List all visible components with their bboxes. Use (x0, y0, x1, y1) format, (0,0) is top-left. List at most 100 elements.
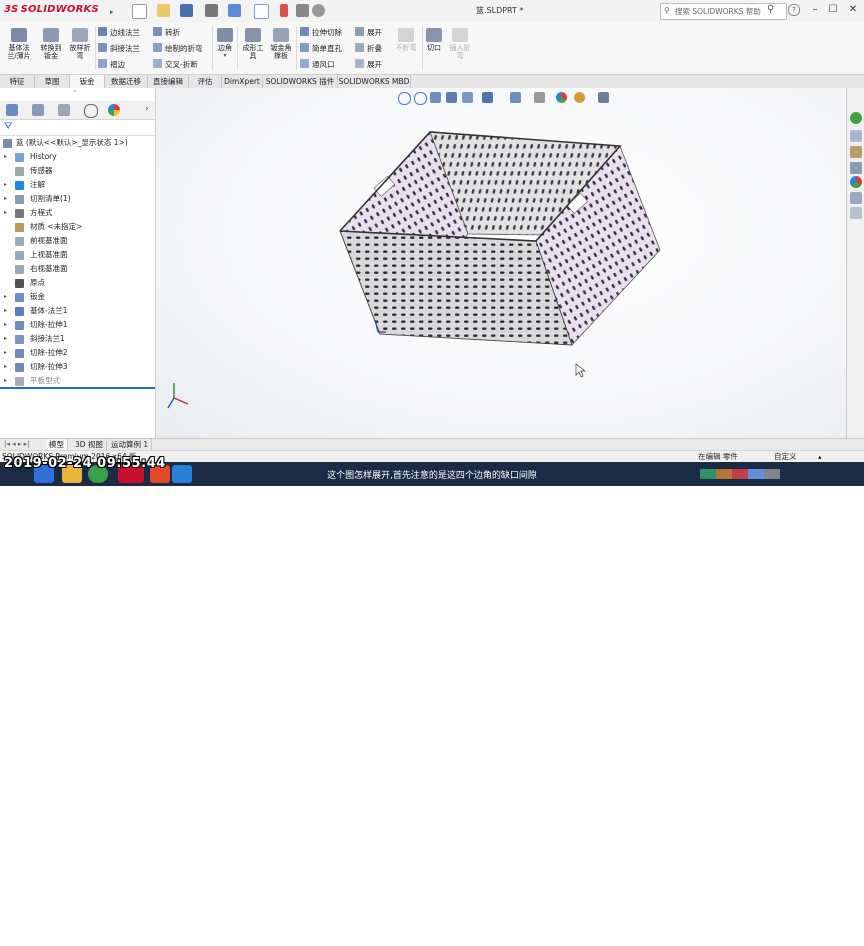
undo-icon[interactable] (228, 4, 241, 17)
section-view-icon[interactable] (446, 92, 457, 103)
display-style-icon[interactable] (510, 92, 521, 103)
tree-item[interactable]: 材质 <未指定> (0, 220, 154, 234)
select-cursor-icon[interactable] (254, 4, 269, 19)
nav-first-icon[interactable]: |◂ ◂ ▸ ▸| (4, 440, 29, 448)
tab-features[interactable]: 特征 (0, 75, 35, 89)
solidworks-resources-icon[interactable] (850, 112, 862, 124)
expand-arrow-icon[interactable]: ▸ (4, 360, 7, 374)
tree-item[interactable]: ▸ 注解 (0, 178, 154, 192)
tree-item[interactable]: ▸ 切除-拉伸2 (0, 346, 154, 360)
tree-item[interactable]: ▸ 切除-拉伸1 (0, 318, 154, 332)
tab-solidworks-mbd[interactable]: SOLIDWORKS MBD (338, 75, 411, 89)
expand-arrow-icon[interactable]: ▸ (4, 346, 7, 360)
new-document-icon[interactable] (132, 4, 147, 19)
insert-bends-button[interactable]: 插入折 弯 (446, 28, 474, 60)
expand-arrow-icon[interactable]: ▸ (4, 150, 7, 164)
base-flange-button[interactable]: 基体法 兰/薄片 (3, 28, 35, 60)
expand-arrow-icon[interactable]: ▸ (4, 206, 7, 220)
expand-arrow-icon[interactable]: ▸ (4, 178, 7, 192)
tree-item[interactable]: ▸ History (0, 150, 154, 164)
tree-item[interactable]: 右视基准面 (0, 262, 154, 276)
graphics-area[interactable] (156, 88, 846, 438)
tab-sketch[interactable]: 草图 (35, 75, 70, 89)
jog-button[interactable]: 转折 (153, 27, 180, 38)
rebuild-icon[interactable] (280, 4, 288, 17)
search-magnifier-icon[interactable]: ⚲ (767, 4, 774, 15)
file-properties-icon[interactable] (296, 4, 309, 17)
configuration-manager-icon[interactable] (58, 104, 70, 116)
view-orientation-icon[interactable] (482, 92, 493, 103)
design-library-icon[interactable] (850, 130, 862, 142)
hide-show-items-icon[interactable] (534, 92, 545, 103)
expand-arrow-icon[interactable]: ▸ (4, 304, 7, 318)
corner-button[interactable]: 边角 ▾ (214, 28, 236, 60)
apply-scene-icon[interactable] (574, 92, 585, 103)
save-icon[interactable] (180, 4, 193, 17)
feature-tree-icon[interactable] (6, 104, 18, 116)
taskbar-clock[interactable]: 9:55 2019/2/24 (806, 926, 862, 946)
view-settings-icon[interactable] (598, 92, 609, 103)
solidworks-logo[interactable]: 3S SOLIDWORKS (4, 4, 99, 15)
appearances-icon[interactable] (850, 176, 862, 188)
tree-item[interactable]: ▸ 钣金 (0, 290, 154, 304)
tab-solidworks-addins[interactable]: SOLIDWORKS 插件 (263, 75, 338, 89)
tree-item[interactable]: 传感器 (0, 164, 154, 178)
tab-data-migration[interactable]: 数据迁移 (105, 75, 148, 89)
cross-break-button[interactable]: 交叉-折断 (153, 59, 198, 70)
simple-hole-button[interactable]: 简单直孔 (300, 43, 342, 54)
custom-properties-icon[interactable] (850, 192, 862, 204)
unfold-button[interactable]: 展开 (355, 27, 382, 38)
expand-arrow-icon[interactable]: ▸ (4, 318, 7, 332)
panel-collapse-handle[interactable]: ⌃ (72, 89, 78, 97)
convert-to-sheet-button[interactable]: 转换到 钣金 (37, 28, 65, 60)
tree-item[interactable]: ▸ 斜接法兰1 (0, 332, 154, 346)
menu-arrow-icon[interactable]: ▸ (110, 8, 114, 16)
edge-flange-button[interactable]: 边线法兰 (98, 27, 140, 38)
tab-evaluate[interactable]: 评估 (189, 75, 222, 89)
tree-item[interactable]: ▸ 切除-拉伸3 (0, 360, 154, 374)
forum-icon[interactable] (850, 207, 862, 219)
tree-item[interactable]: 原点 (0, 276, 154, 290)
tab-sheet-metal[interactable]: 钣金 (70, 75, 105, 89)
print-icon[interactable] (205, 4, 218, 17)
tree-root[interactable]: 篮 (默认<<默认>_显示状态 1>) (0, 136, 154, 150)
sheet-gusset-button[interactable]: 钣金角 撑板 (267, 28, 295, 60)
minimize-button[interactable]: – (808, 4, 822, 15)
corner-dropdown-icon[interactable]: ▾ (214, 52, 236, 60)
maximize-button[interactable]: ☐ (826, 4, 840, 15)
expand-arrow-icon[interactable]: ▸ (4, 374, 7, 388)
lofted-bend-button[interactable]: 放样折 弯 (66, 28, 94, 60)
help-icon[interactable]: ? (788, 4, 800, 16)
display-manager-icon[interactable] (108, 104, 120, 116)
file-explorer-icon[interactable] (850, 146, 862, 158)
rollback-bar[interactable] (0, 387, 155, 389)
zoom-to-fit-icon[interactable] (398, 92, 411, 105)
view-palette-icon[interactable] (850, 162, 862, 174)
close-button[interactable]: ✕ (846, 4, 860, 15)
fold-button[interactable]: 折叠 (355, 43, 382, 54)
tree-item[interactable]: 前视基准面 (0, 234, 154, 248)
no-bends-button[interactable]: 不折弯 (392, 28, 420, 52)
cut-button[interactable]: 切口 (424, 28, 444, 52)
property-manager-icon[interactable] (32, 104, 44, 116)
miter-flange-button[interactable]: 斜接法兰 (98, 43, 140, 54)
expand-arrow-icon[interactable]: ▸ (4, 192, 7, 206)
extruded-cut-button[interactable]: 拉伸切除 (300, 27, 342, 38)
forming-tool-button[interactable]: 成形工 具 (240, 28, 266, 60)
tree-item[interactable]: ▸ 方程式 (0, 206, 154, 220)
tab-direct-editing[interactable]: 直接编辑 (148, 75, 189, 89)
sketched-bend-button[interactable]: 绘制的折弯 (153, 43, 203, 54)
expand-arrow-icon[interactable]: ▸ (4, 332, 7, 346)
tree-item[interactable]: ▸ 基体-法兰1 (0, 304, 154, 318)
dimxpert-icon[interactable] (84, 104, 98, 118)
zoom-to-area-icon[interactable] (414, 92, 427, 105)
tree-item[interactable]: ▸ 平板型式 (0, 374, 154, 388)
tab-dimxpert[interactable]: DimXpert (222, 75, 263, 89)
options-gear-icon[interactable] (312, 4, 325, 17)
flatten-button[interactable]: 展开 (355, 59, 382, 70)
expand-arrow-icon[interactable]: ▸ (4, 290, 7, 304)
dynamic-annotation-icon[interactable] (462, 92, 473, 103)
previous-view-icon[interactable] (430, 92, 441, 103)
chevron-right-icon[interactable]: › (145, 104, 149, 114)
edit-appearance-icon[interactable] (556, 92, 567, 103)
